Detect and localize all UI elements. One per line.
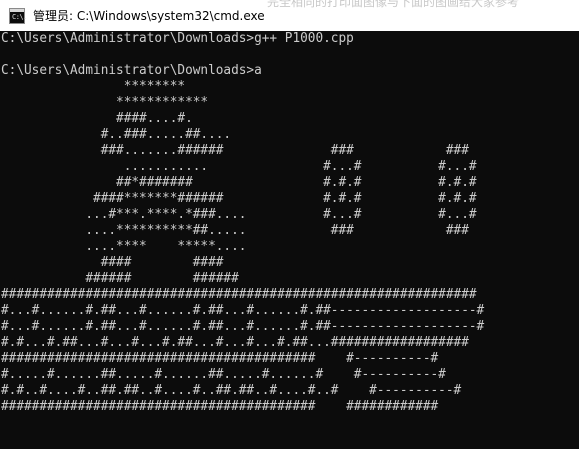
console-line: ........... #...# #...#: [0, 159, 477, 174]
console-line: ########################################…: [0, 287, 477, 302]
console-line: ************: [0, 95, 209, 110]
console-line: C:\Users\Administrator\Downloads>g++ P10…: [0, 31, 354, 46]
console-line: C:\Users\Administrator\Downloads>a: [0, 63, 262, 78]
console-line: ....**********##..... ### ###: [0, 223, 469, 238]
background-window-text: 完全相同的打印面图像与下面的图画给大家参考: [267, 0, 520, 9]
console-line: ********: [0, 79, 186, 94]
console-line: #...#......#.##...#......#.##...#......#…: [0, 303, 485, 318]
title-bar[interactable]: C:\. 管理员: C:\Windows\system32\cmd.exe 完全…: [0, 0, 579, 31]
console-line: #.#...#.##...#...#...#.##...#...#...#.##…: [0, 335, 469, 350]
console-line: ########################################…: [0, 351, 439, 366]
console-line: #...#......#.##...#......#.##...#......#…: [0, 319, 485, 334]
console-output[interactable]: C:\Users\Administrator\Downloads>g++ P10…: [0, 31, 579, 449]
console-line: #.....#......##.....#......##.....#.....…: [0, 367, 446, 382]
console-line: ###.......###### ### ###: [0, 143, 469, 158]
console-line: ########################################…: [0, 399, 439, 414]
cmd-icon-glyph: C:\.: [12, 12, 27, 21]
console-line: #### ####: [0, 255, 224, 270]
console-line: ##*####### #.#.# #.#.#: [0, 175, 477, 190]
console-line: #.#..#....#..##.##..#....#..##.##..#....…: [0, 383, 462, 398]
cmd-window: C:\. 管理员: C:\Windows\system32\cmd.exe 完全…: [0, 0, 579, 449]
console-line: #..###.....##....: [0, 127, 232, 142]
console-line: ....**** *****....: [0, 239, 247, 254]
console-line: ###### ######: [0, 271, 239, 286]
console-lines: C:\Users\Administrator\Downloads>g++ P10…: [0, 31, 567, 415]
console-line: ####*******###### #.#.# #.#.#: [0, 191, 477, 206]
console-line: ...#***.****.*###.... #...# #...#: [0, 207, 477, 222]
cmd-console-icon[interactable]: C:\.: [9, 7, 27, 24]
console-line: ####....#.: [0, 111, 193, 126]
window-title: 管理员: C:\Windows\system32\cmd.exe: [33, 9, 265, 23]
